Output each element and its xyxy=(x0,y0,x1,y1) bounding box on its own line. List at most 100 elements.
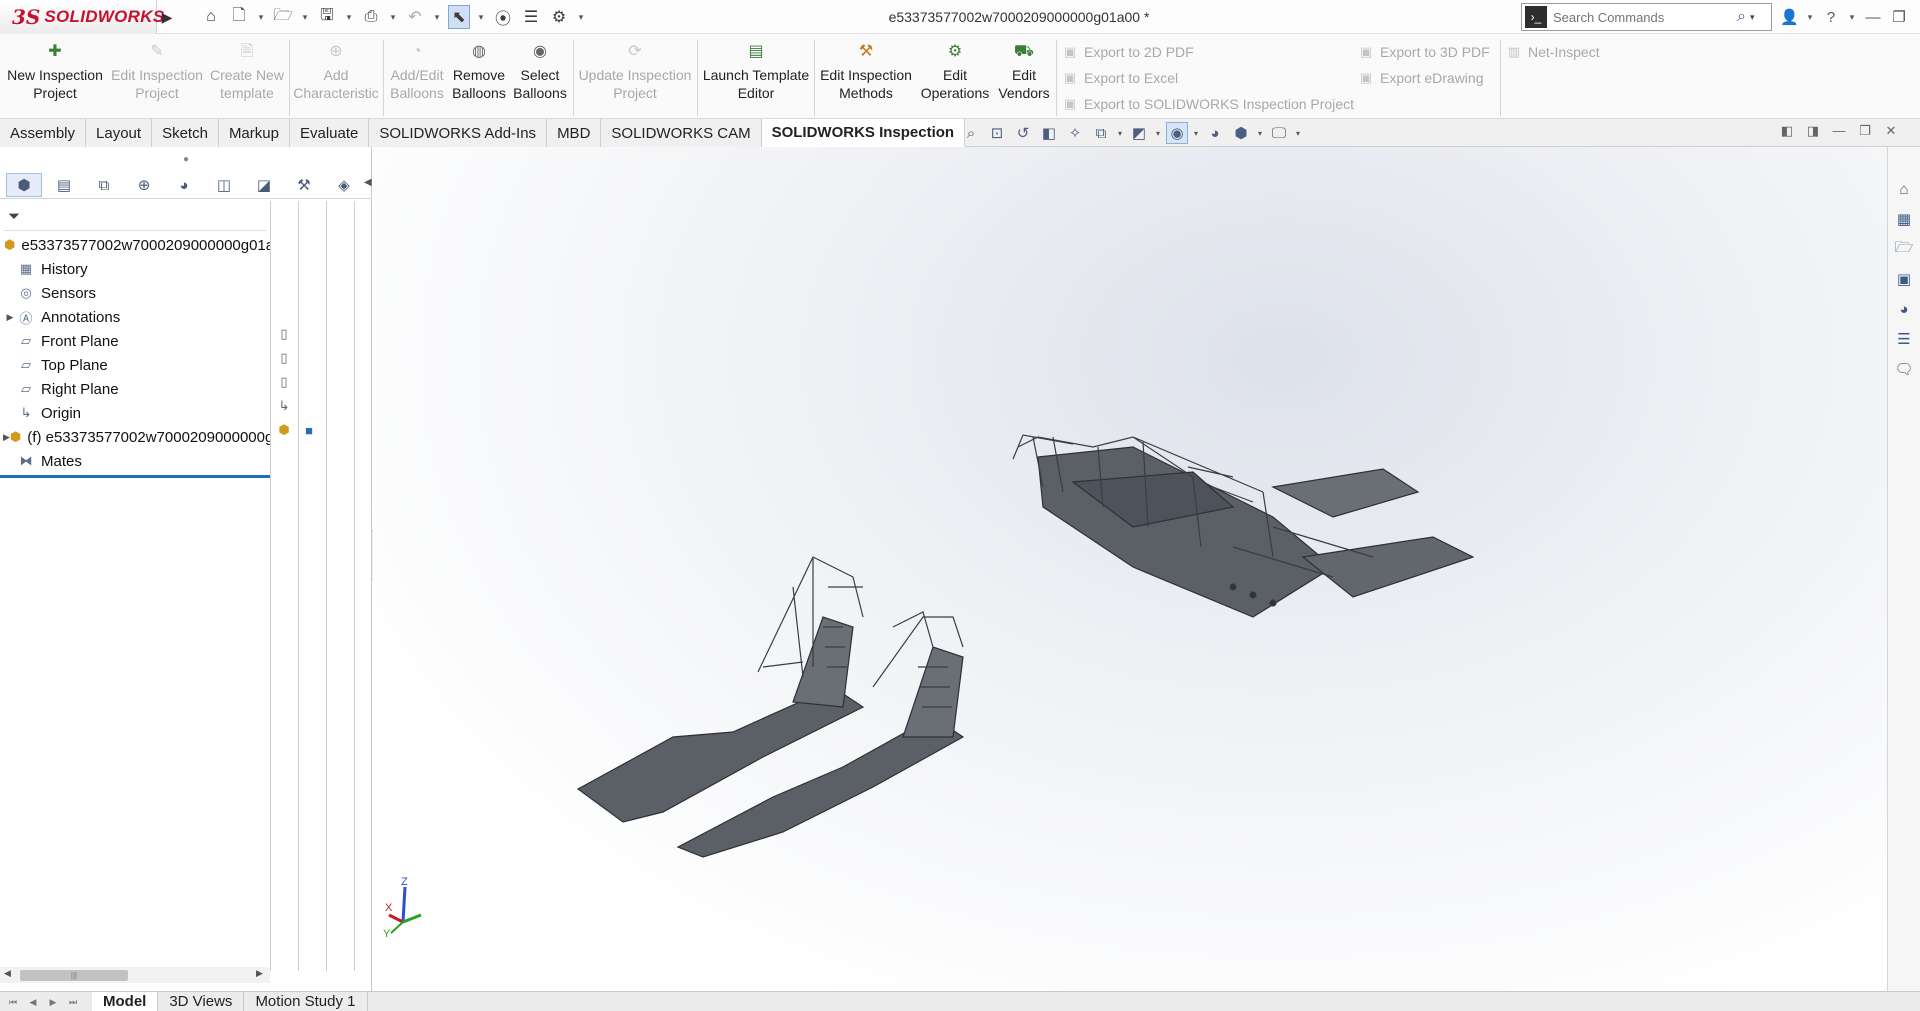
cam-tool-tree-tab-icon[interactable]: ⚒ xyxy=(286,173,322,197)
section-view-icon[interactable]: ◧ xyxy=(1038,122,1060,144)
export-edrawing-button[interactable]: ▣ Export eDrawing xyxy=(1358,67,1484,89)
select-dropdown-arrow-icon[interactable]: ▾ xyxy=(476,5,486,29)
print-icon[interactable]: ⎙ xyxy=(360,5,382,29)
tab-motion-study-1[interactable]: Motion Study 1 xyxy=(244,992,368,1011)
help-dropdown-arrow-icon[interactable]: ▾ xyxy=(1848,12,1856,23)
remove-balloons-button[interactable]: ◍ Remove Balloons xyxy=(450,42,508,114)
display-style-icon[interactable]: ◩ xyxy=(1128,122,1150,144)
tab-solidworks-inspection[interactable]: SOLIDWORKS Inspection xyxy=(761,119,966,147)
open-folder-icon[interactable]: 🗁 xyxy=(272,5,294,29)
new-dropdown-arrow-icon[interactable]: ▾ xyxy=(256,5,266,29)
view-settings-dropdown-arrow-icon[interactable]: ▾ xyxy=(1294,122,1302,144)
panel-grip-handle[interactable]: ● xyxy=(0,147,372,171)
edit-inspection-methods-button[interactable]: ⚒ Edit Inspection Methods xyxy=(818,42,914,114)
search-icon[interactable]: ⌕ xyxy=(1737,8,1746,26)
tree-item-mates[interactable]: ⧓ Mates xyxy=(0,449,270,473)
view-orientation-icon[interactable]: ⧉ xyxy=(1090,122,1112,144)
search-commands-input[interactable] xyxy=(1553,9,1733,25)
tab-assembly[interactable]: Assembly xyxy=(0,119,87,147)
last-tab-arrow-icon[interactable]: ⏭ xyxy=(64,994,82,1010)
undo-dropdown-arrow-icon[interactable]: ▾ xyxy=(432,5,442,29)
graphics-area[interactable]: Z X Y xyxy=(373,147,1887,991)
property-manager-tab-icon[interactable]: ▤ xyxy=(46,173,82,197)
help-icon[interactable]: ? xyxy=(1822,9,1840,26)
doc-close-icon[interactable]: ✕ xyxy=(1884,123,1898,143)
menu-expand-arrow-icon[interactable]: ▶ xyxy=(158,0,176,34)
tab-solidworks-add-ins[interactable]: SOLIDWORKS Add-Ins xyxy=(369,119,548,147)
expand-arrow-icon[interactable]: ▶ xyxy=(3,312,17,323)
solidworks-resources-icon[interactable]: ⌂ xyxy=(1891,177,1917,201)
hide-show-items-icon[interactable]: ◉ xyxy=(1166,122,1188,144)
apply-scene-dropdown-arrow-icon[interactable]: ▾ xyxy=(1256,122,1264,144)
scroll-thumb[interactable]: ||| xyxy=(20,970,128,981)
model-view[interactable] xyxy=(373,147,1887,991)
edit-operations-button[interactable]: ⚙ Edit Operations xyxy=(918,42,992,114)
tree-item-subassembly[interactable]: ▶ ⬢ (f) e53373577002w7000209000000g01a00 xyxy=(0,425,270,449)
tree-item-annotations[interactable]: ▶ Ⓐ Annotations xyxy=(0,305,270,329)
tree-item-history[interactable]: ▦ History xyxy=(0,257,270,281)
tab-sketch[interactable]: Sketch xyxy=(152,119,219,147)
tab-mbd[interactable]: MBD xyxy=(547,119,602,147)
export-inspection-project-button[interactable]: ▣ Export to SOLIDWORKS Inspection Projec… xyxy=(1062,93,1354,115)
net-inspect-button[interactable]: ▥ Net-Inspect xyxy=(1506,41,1600,63)
traffic-light-icon[interactable]: ⦿ xyxy=(492,5,514,29)
scroll-right-arrow-icon[interactable]: ▶ xyxy=(256,968,263,979)
design-library-icon[interactable]: ▦ xyxy=(1891,207,1917,231)
edit-inspection-project-button[interactable]: ✎ Edit Inspection Project xyxy=(108,42,206,114)
tree-item-top-plane[interactable]: ▱ Top Plane xyxy=(0,353,270,377)
close-icon[interactable]: ✕ xyxy=(1916,8,1920,26)
save-dropdown-arrow-icon[interactable]: ▾ xyxy=(344,5,354,29)
next-tab-arrow-icon[interactable]: ▶ xyxy=(44,994,62,1010)
custom-properties-icon[interactable]: ☰ xyxy=(1891,327,1917,351)
restore-icon[interactable]: ❐ xyxy=(1890,8,1908,26)
print-dropdown-arrow-icon[interactable]: ▾ xyxy=(388,5,398,29)
filter-icon[interactable]: ⏷ xyxy=(8,208,20,225)
panel-collapse-arrow-icon[interactable]: ◀ xyxy=(364,177,372,188)
edit-vendors-button[interactable]: ⛟ Edit Vendors xyxy=(996,42,1052,114)
select-pointer-icon[interactable]: ⬉ xyxy=(448,5,470,29)
dimxpert-manager-tab-icon[interactable]: ⊕ xyxy=(126,173,162,197)
feature-manager-tab-icon[interactable]: ⬢ xyxy=(6,173,42,197)
tree-rollback-bar[interactable] xyxy=(0,475,270,478)
zoom-to-area-icon[interactable]: ⊡ xyxy=(986,122,1008,144)
expand-arrow-icon[interactable]: ▶ xyxy=(3,432,10,443)
add-characteristic-button[interactable]: ⊕ Add Characteristic xyxy=(293,42,379,114)
view-orientation-dropdown-arrow-icon[interactable]: ▾ xyxy=(1116,122,1124,144)
tree-filter[interactable]: ⏷ xyxy=(4,203,266,231)
tab-3d-views[interactable]: 3D Views xyxy=(158,992,245,1011)
tile-left-icon[interactable]: ◧ xyxy=(1780,123,1794,143)
previous-view-icon[interactable]: ↺ xyxy=(1012,122,1034,144)
file-explorer-icon[interactable]: 🗁 xyxy=(1891,237,1917,261)
gear-dropdown-arrow-icon[interactable]: ▾ xyxy=(576,5,586,29)
tab-layout[interactable]: Layout xyxy=(86,119,153,147)
export-3d-pdf-button[interactable]: ▣ Export to 3D PDF xyxy=(1358,41,1490,63)
edit-appearance-icon[interactable]: ◕ xyxy=(1204,122,1226,144)
display-manager-tab-icon[interactable]: ◕ xyxy=(166,173,202,197)
tree-item-root-assembly[interactable]: ⬢ e53373577002w7000209000000g01a00 xyxy=(0,233,270,257)
user-account-icon[interactable]: 👤 xyxy=(1780,8,1799,26)
tab-solidworks-cam[interactable]: SOLIDWORKS CAM xyxy=(601,119,762,147)
view-settings-icon[interactable]: 🖵 xyxy=(1268,122,1290,144)
launch-template-editor-button[interactable]: ▤ Launch Template Editor xyxy=(702,42,810,114)
scroll-left-arrow-icon[interactable]: ◀ xyxy=(4,968,11,979)
previous-tab-arrow-icon[interactable]: ◀ xyxy=(24,994,42,1010)
solidworks-logo[interactable]: 3S SOLIDWORKS xyxy=(0,0,164,34)
forum-icon[interactable]: 🗨 xyxy=(1891,357,1917,381)
appearances-icon[interactable]: ◕ xyxy=(1891,297,1917,321)
export-excel-button[interactable]: ▣ Export to Excel xyxy=(1062,67,1178,89)
tab-evaluate[interactable]: Evaluate xyxy=(289,119,370,147)
dynamic-annotation-icon[interactable]: ✧ xyxy=(1064,122,1086,144)
save-icon[interactable]: 🖫 xyxy=(316,5,338,29)
new-document-icon[interactable]: 🗋 xyxy=(228,5,250,29)
doc-restore-icon[interactable]: ❐ xyxy=(1858,123,1872,143)
cam-operation-tree-tab-icon[interactable]: ◪ xyxy=(246,173,282,197)
undo-icon[interactable]: ↶ xyxy=(404,5,426,29)
home-icon[interactable]: ⌂ xyxy=(200,5,222,29)
tree-horizontal-scrollbar[interactable]: ◀ ||| ▶ xyxy=(0,967,270,983)
stair-platform-assembly-right[interactable] xyxy=(1012,434,1475,618)
display-style-dropdown-arrow-icon[interactable]: ▾ xyxy=(1154,122,1162,144)
minimize-icon[interactable]: — xyxy=(1864,9,1882,26)
add-edit-balloons-button[interactable]: ◔ Add/Edit Balloons xyxy=(388,42,446,114)
tab-markup[interactable]: Markup xyxy=(218,119,290,147)
inspection-tab-icon[interactable]: ◈ xyxy=(326,173,362,197)
